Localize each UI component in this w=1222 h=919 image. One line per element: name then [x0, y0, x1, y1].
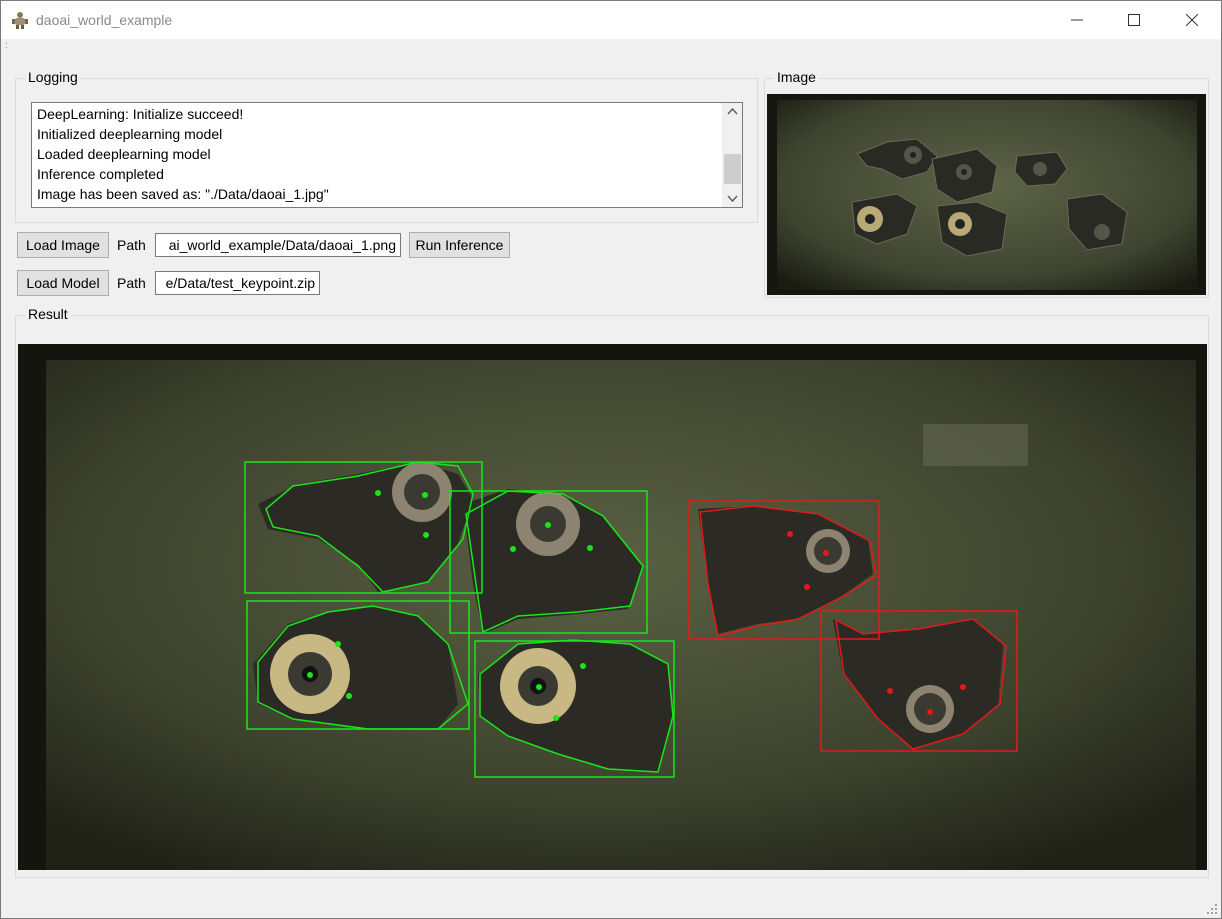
resize-grip-icon[interactable] — [1206, 903, 1218, 915]
title-bar: daoai_world_example — [1, 1, 1221, 39]
window-title: daoai_world_example — [36, 12, 173, 28]
log-line: Loaded deeplearning model — [37, 146, 211, 162]
scroll-thumb[interactable] — [724, 154, 741, 184]
scroll-up-icon[interactable] — [727, 107, 738, 115]
model-path-input[interactable]: e/Data/test_keypoint.zip — [155, 271, 320, 295]
close-button[interactable] — [1163, 1, 1221, 39]
image-path-value: ai_world_example/Data/daoai_1.png — [168, 237, 396, 253]
maximize-icon — [1128, 14, 1140, 26]
image-path-input[interactable]: ai_world_example/Data/daoai_1.png — [155, 233, 401, 257]
load-image-button[interactable]: Load Image — [17, 232, 109, 258]
maximize-button[interactable] — [1105, 1, 1163, 39]
log-scrollbar[interactable] — [722, 103, 742, 207]
run-inference-button[interactable]: Run Inference — [409, 232, 510, 258]
input-image-preview — [767, 94, 1206, 295]
toolbar: · · — [1, 39, 1221, 52]
result-group-label: Result — [25, 306, 71, 322]
scroll-down-icon[interactable] — [727, 195, 738, 203]
minimize-button[interactable] — [1048, 1, 1106, 39]
result-image — [18, 344, 1207, 870]
log-line: Initialized deeplearning model — [37, 126, 223, 142]
load-model-button[interactable]: Load Model — [17, 270, 109, 296]
model-path-value: e/Data/test_keypoint.zip — [165, 275, 315, 291]
minimize-icon — [1071, 19, 1083, 21]
model-path-label: Path — [117, 275, 146, 291]
log-line: DeepLearning: Initialize succeed! — [37, 106, 244, 122]
logging-group-label: Logging — [25, 69, 81, 85]
log-lines: DeepLearning: Initialize succeed! Initia… — [37, 104, 722, 204]
log-line: Inference completed — [37, 166, 164, 182]
image-path-label: Path — [117, 237, 146, 253]
log-line: Image has been saved as: "./Data/daoai_1… — [37, 186, 329, 202]
log-output[interactable]: DeepLearning: Initialize succeed! Initia… — [31, 102, 743, 208]
app-icon — [12, 12, 28, 29]
app-window: daoai_world_example · · Logging DeepLearn… — [0, 0, 1222, 919]
image-group-label: Image — [774, 69, 819, 85]
close-icon — [1186, 14, 1198, 26]
toolbar-grip-icon[interactable]: · · — [5, 39, 8, 52]
